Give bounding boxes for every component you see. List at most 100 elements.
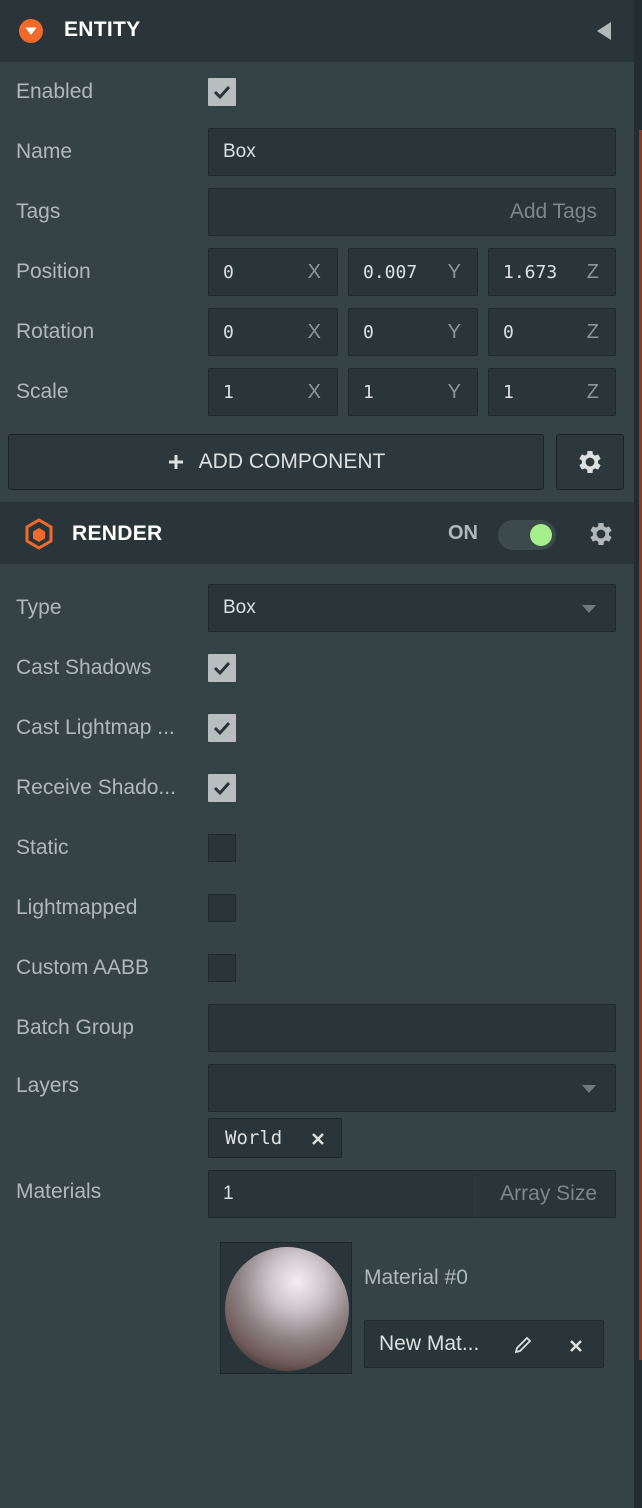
position-z-input[interactable]: 1.673 Z (488, 248, 616, 296)
rotation-y-value: 0 (363, 321, 374, 343)
axis-z-label: Z (586, 260, 599, 283)
name-input[interactable]: Box (208, 128, 616, 176)
add-component-button[interactable]: ADD COMPONENT (8, 434, 544, 490)
materials-row: Materials 1 Array Size (0, 1162, 634, 1222)
batch-group-label: Batch Group (16, 1016, 134, 1039)
enabled-checkbox[interactable] (208, 78, 236, 106)
position-x-value: 0 (223, 261, 234, 283)
materials-array-size-input[interactable]: 1 Array Size (208, 1170, 616, 1218)
pencil-icon[interactable] (513, 1335, 533, 1355)
rotation-z-value: 0 (503, 321, 514, 343)
scale-x-input[interactable]: 1 X (208, 368, 338, 416)
scale-y-input[interactable]: 1 Y (348, 368, 478, 416)
scale-x-value: 1 (223, 381, 234, 403)
static-label: Static (16, 836, 69, 859)
check-icon (213, 85, 231, 100)
gear-icon (579, 451, 601, 473)
plus-icon (168, 455, 183, 469)
receive-shadows-label: Receive Shado... (16, 776, 176, 799)
rotation-y-input[interactable]: 0 Y (348, 308, 478, 356)
entity-title: ENTITY (64, 18, 141, 41)
divider (475, 1171, 476, 1217)
position-y-input[interactable]: 0.007 Y (348, 248, 478, 296)
layers-select[interactable] (208, 1064, 616, 1112)
layers-label: Layers (16, 1074, 80, 1097)
position-z-value: 1.673 (503, 261, 558, 283)
lightmapped-row: Lightmapped (0, 878, 634, 938)
lightmapped-checkbox[interactable] (208, 894, 236, 922)
static-checkbox[interactable] (208, 834, 236, 862)
receive-shadows-checkbox[interactable] (208, 774, 236, 802)
axis-x-label: X (307, 320, 321, 343)
check-icon (213, 781, 231, 796)
scale-z-input[interactable]: 1 Z (488, 368, 616, 416)
layer-tag-world: World (208, 1118, 342, 1158)
material-asset-field[interactable]: New Mat... (364, 1320, 604, 1368)
type-value: Box (223, 597, 256, 618)
caret-left-icon[interactable] (594, 20, 614, 42)
array-size-placeholder: Array Size (500, 1182, 597, 1205)
position-y-value: 0.007 (363, 261, 418, 283)
position-label: Position (16, 260, 91, 283)
scale-z-value: 1 (503, 381, 514, 403)
receive-shadows-row: Receive Shado... (0, 758, 634, 818)
rotation-x-input[interactable]: 0 X (208, 308, 338, 356)
cast-shadows-label: Cast Shadows (16, 656, 152, 679)
entity-header[interactable]: ENTITY (0, 0, 634, 62)
close-icon[interactable] (569, 1339, 583, 1353)
name-label: Name (16, 140, 73, 163)
rotation-row: Rotation 0 X 0 Y 0 Z (0, 302, 634, 362)
check-icon (213, 661, 231, 676)
name-value: Box (223, 141, 256, 162)
scale-label: Scale (16, 380, 69, 403)
check-icon (213, 721, 231, 736)
render-settings-gear-icon[interactable] (586, 519, 616, 549)
rotation-z-input[interactable]: 0 Z (488, 308, 616, 356)
enabled-label: Enabled (16, 80, 94, 103)
close-icon[interactable] (311, 1132, 325, 1146)
batch-group-select[interactable] (208, 1004, 616, 1052)
cast-shadows-checkbox[interactable] (208, 654, 236, 682)
tags-input[interactable]: Add Tags (208, 188, 616, 236)
type-label: Type (16, 596, 62, 619)
inspector-panel: ENTITY Enabled Name Box Tags Add Tags Po… (0, 0, 634, 1508)
tags-row: Tags Add Tags (0, 182, 634, 242)
cast-shadows-row: Cast Shadows (0, 638, 634, 698)
material-thumbnail[interactable] (220, 1242, 352, 1374)
hexagon-icon (24, 518, 54, 550)
tags-placeholder: Add Tags (509, 200, 597, 223)
position-x-input[interactable]: 0 X (208, 248, 338, 296)
render-toggle-label: ON (448, 522, 478, 544)
type-select[interactable]: Box (208, 584, 616, 632)
axis-x-label: X (307, 260, 321, 283)
custom-aabb-row: Custom AABB (0, 938, 634, 998)
custom-aabb-checkbox[interactable] (208, 954, 236, 982)
axis-y-label: Y (447, 260, 461, 283)
render-header[interactable]: RENDER ON (0, 502, 634, 564)
render-enabled-toggle[interactable] (498, 520, 556, 550)
type-row: Type Box (0, 578, 634, 638)
scale-y-value: 1 (363, 381, 374, 403)
cast-lightmap-checkbox[interactable] (208, 714, 236, 742)
entity-settings-button[interactable] (556, 434, 624, 490)
axis-z-label: Z (586, 380, 599, 403)
custom-aabb-label: Custom AABB (16, 956, 150, 979)
enabled-row: Enabled (0, 62, 634, 122)
rotation-x-value: 0 (223, 321, 234, 343)
layers-row: Layers (0, 1056, 634, 1116)
material-slot-label: Material #0 (364, 1266, 468, 1289)
material-name: New Mat... (379, 1332, 480, 1355)
lightmapped-label: Lightmapped (16, 896, 138, 919)
name-row: Name Box (0, 122, 634, 182)
material-sphere-preview (225, 1247, 349, 1371)
chevron-down-icon (582, 1085, 596, 1093)
entity-collapse-icon[interactable] (18, 18, 44, 44)
cast-lightmap-row: Cast Lightmap ... (0, 698, 634, 758)
materials-label: Materials (16, 1180, 102, 1203)
tags-label: Tags (16, 200, 61, 223)
toggle-knob (530, 524, 552, 546)
axis-x-label: X (307, 380, 321, 403)
materials-count: 1 (223, 1183, 234, 1204)
rotation-label: Rotation (16, 320, 95, 343)
scale-row: Scale 1 X 1 Y 1 Z (0, 362, 634, 422)
